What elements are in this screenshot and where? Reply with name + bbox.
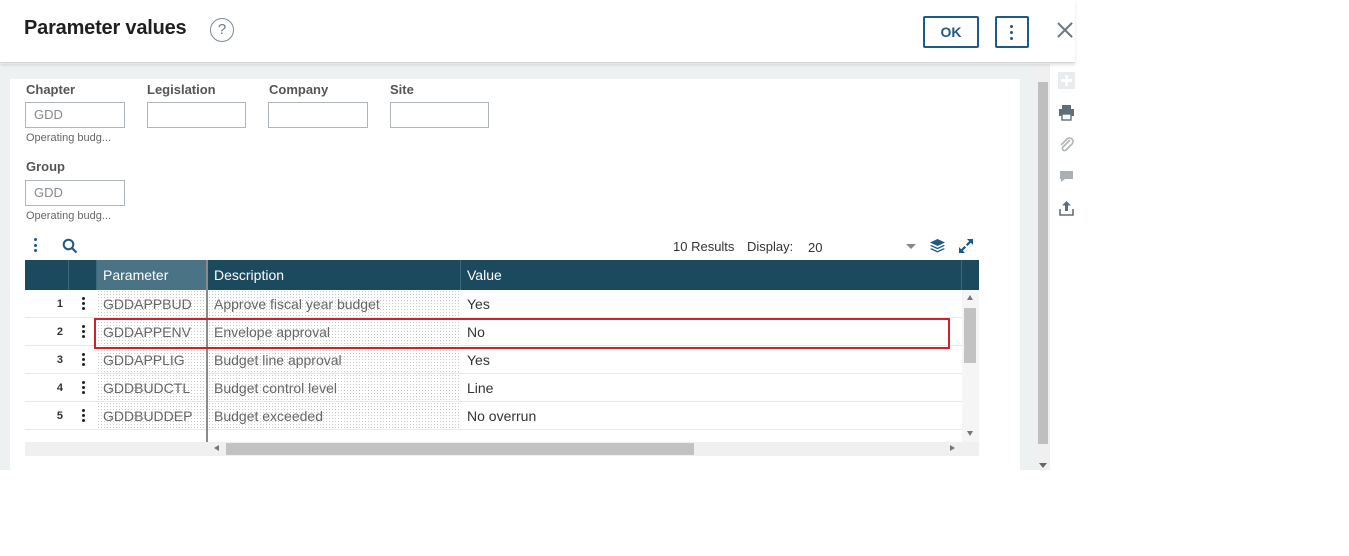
more-icon	[1010, 25, 1014, 43]
table-row[interactable]: 3 GDDAPPLIG Budget line approval Yes	[25, 346, 962, 374]
header-rownum	[25, 260, 69, 290]
search-icon[interactable]	[62, 238, 78, 254]
dialog-header: Parameter values ? OK	[0, 0, 1075, 63]
cell-description[interactable]: Budget exceeded	[208, 402, 461, 430]
column-divider[interactable]	[206, 260, 208, 442]
ok-button[interactable]: OK	[923, 16, 979, 48]
site-field[interactable]	[390, 102, 489, 128]
cell-description[interactable]: Budget line approval	[208, 346, 461, 374]
help-icon[interactable]: ?	[210, 18, 234, 42]
row-number: 5	[56, 410, 63, 422]
cell-parameter[interactable]: GDDBUDDEP	[97, 402, 206, 430]
cell-parameter[interactable]: GDDAPPBUD	[97, 290, 206, 318]
row-number: 3	[56, 354, 63, 366]
selected-row-highlight	[94, 318, 950, 349]
grid-vertical-scrollbar[interactable]	[962, 290, 979, 442]
group-field[interactable]: GDD	[25, 180, 125, 206]
site-label: Site	[390, 82, 414, 97]
cell-value[interactable]: Yes	[461, 290, 962, 318]
grid-header: Parameter Description Value	[25, 260, 979, 290]
grid-actions-icon[interactable]	[34, 238, 38, 255]
row-number: 4	[56, 382, 63, 394]
cell-description[interactable]: Budget control level	[208, 374, 461, 402]
display-select[interactable]: 20	[808, 240, 822, 255]
layers-icon[interactable]	[929, 238, 946, 254]
print-icon[interactable]	[1058, 104, 1075, 121]
row-menu-icon[interactable]	[82, 353, 86, 368]
right-action-rail	[1050, 64, 1075, 470]
close-icon[interactable]	[1054, 18, 1078, 42]
attachment-icon[interactable]	[1058, 136, 1075, 153]
cell-parameter[interactable]: GDDBUDCTL	[97, 374, 206, 402]
cell-value[interactable]: Yes	[461, 346, 962, 374]
group-help-text: Operating budg...	[26, 210, 112, 222]
row-menu-icon[interactable]	[82, 381, 86, 396]
grid-horizontal-scrollbar[interactable]	[25, 442, 979, 456]
parameters-grid: Parameter Description Value 1 GDDAPPBUD …	[25, 260, 979, 456]
display-label: Display:	[747, 239, 794, 254]
export-icon[interactable]	[1058, 200, 1075, 217]
grid-body: 1 GDDAPPBUD Approve fiscal year budget Y…	[25, 290, 962, 442]
scroll-left-icon[interactable]	[214, 445, 219, 451]
row-menu-icon[interactable]	[82, 409, 86, 424]
column-header-description[interactable]: Description	[208, 260, 461, 290]
legislation-label: Legislation	[147, 82, 216, 97]
table-row[interactable]: 4 GDDBUDCTL Budget control level Line	[25, 374, 962, 402]
legislation-field[interactable]	[147, 102, 246, 128]
chapter-field[interactable]: GDD	[25, 102, 125, 128]
scroll-right-icon[interactable]	[950, 445, 955, 451]
scroll-thumb[interactable]	[1038, 82, 1048, 444]
header-rowmenu	[69, 260, 97, 290]
column-header-parameter[interactable]: Parameter	[97, 260, 207, 290]
chevron-down-icon[interactable]	[906, 244, 916, 249]
dialog-vertical-scrollbar[interactable]	[1036, 64, 1050, 470]
column-header-value[interactable]: Value	[461, 260, 962, 290]
group-label: Group	[26, 159, 65, 174]
cell-description[interactable]: Approve fiscal year budget	[208, 290, 461, 318]
table-row[interactable]: 5 GDDBUDDEP Budget exceeded No overrun	[25, 402, 962, 430]
row-number: 1	[56, 298, 63, 310]
cell-parameter[interactable]: GDDAPPLIG	[97, 346, 206, 374]
company-field[interactable]	[268, 102, 368, 128]
chapter-label: Chapter	[26, 82, 76, 97]
company-label: Company	[269, 82, 329, 97]
scroll-down-icon[interactable]	[967, 431, 973, 436]
parameter-values-dialog: Parameter values ? OK Chapter GDD Operat…	[0, 0, 1075, 470]
chapter-help-text: Operating budg...	[26, 132, 112, 144]
cell-value[interactable]: No overrun	[461, 402, 962, 430]
page-title: Parameter values	[24, 17, 187, 39]
results-count: 10 Results	[673, 239, 735, 254]
row-menu-icon[interactable]	[82, 325, 86, 340]
scroll-thumb[interactable]	[226, 443, 694, 455]
scroll-down-icon[interactable]	[1039, 463, 1047, 468]
row-menu-icon[interactable]	[82, 297, 86, 312]
expand-icon[interactable]	[958, 238, 974, 254]
comment-icon[interactable]	[1058, 168, 1075, 185]
scroll-thumb[interactable]	[964, 308, 976, 363]
add-icon[interactable]	[1058, 72, 1075, 89]
row-number: 2	[56, 326, 63, 338]
more-actions-button[interactable]	[995, 16, 1029, 48]
scroll-up-icon[interactable]	[967, 295, 973, 300]
table-row[interactable]: 1 GDDAPPBUD Approve fiscal year budget Y…	[25, 290, 962, 318]
cell-value[interactable]: Line	[461, 374, 962, 402]
